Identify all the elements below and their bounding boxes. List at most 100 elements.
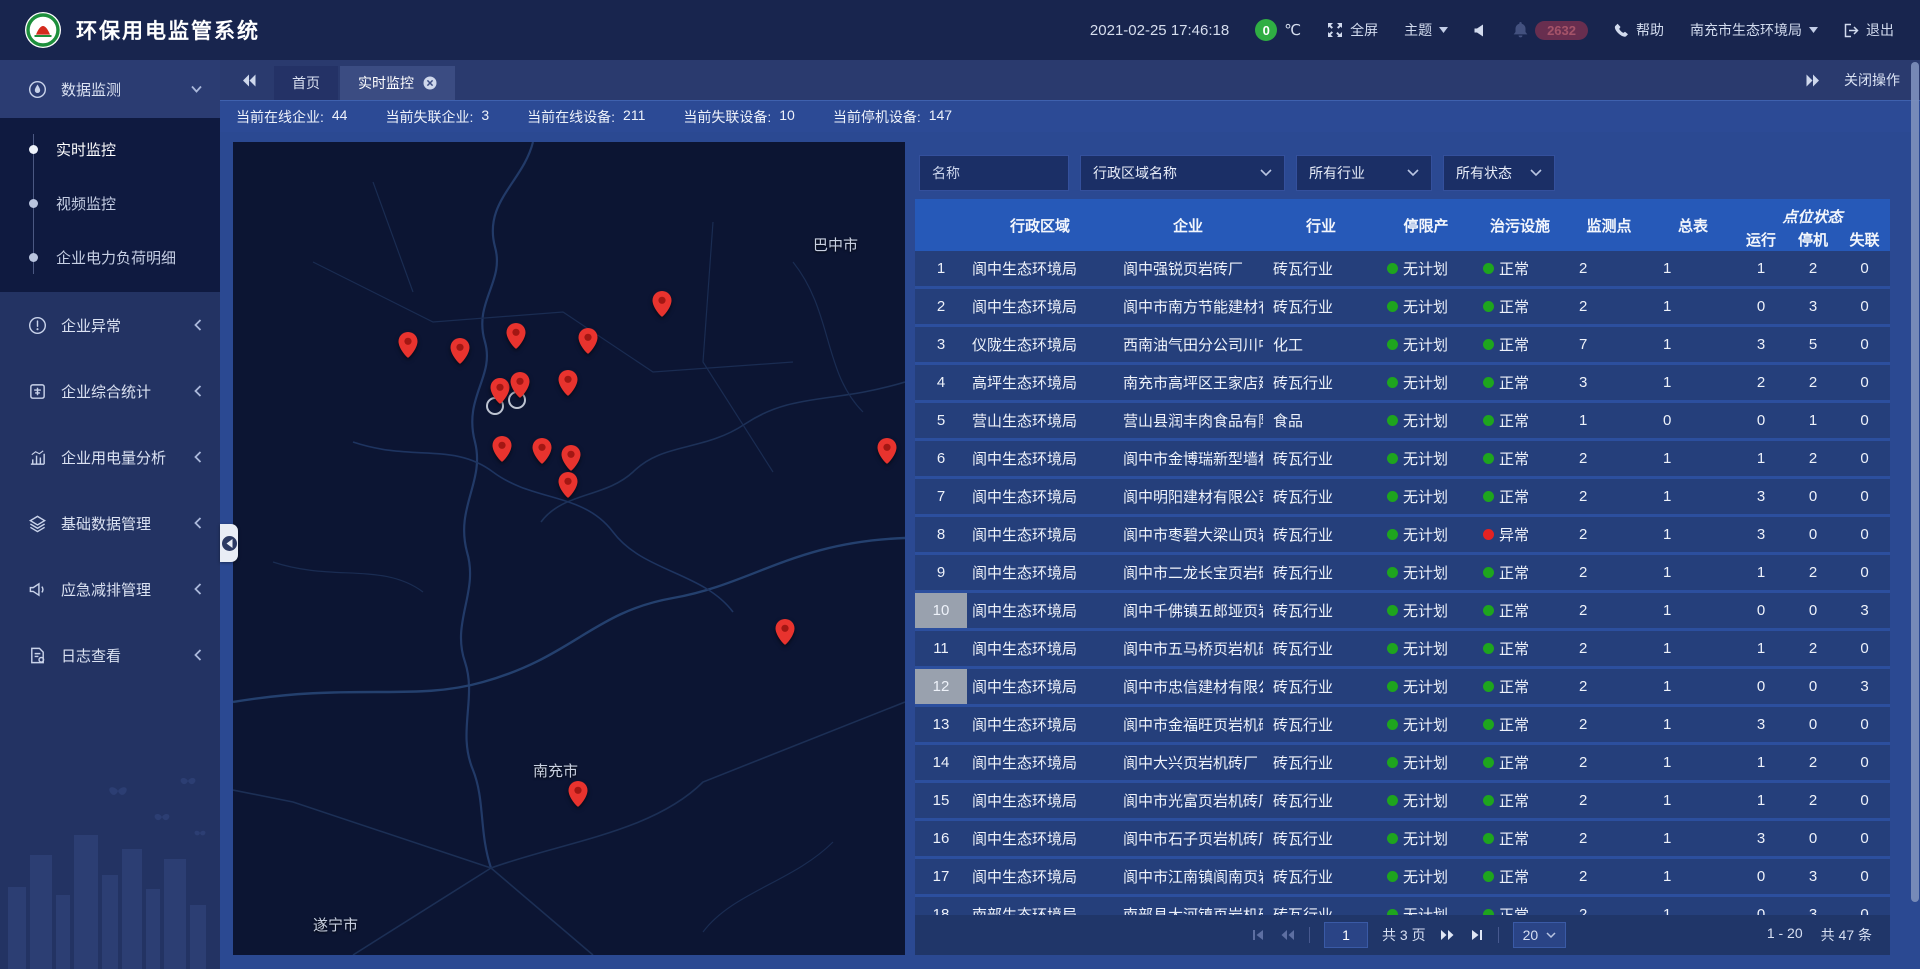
map-pin[interactable] [398,332,418,359]
sidebar-item-enterprise-abnormal[interactable]: 企业异常 [0,292,220,358]
limit-status-label: 无计划 [1403,866,1448,887]
stat-label: 当前在线设备: [527,107,615,127]
stat-value: 44 [332,107,348,127]
table-row[interactable]: 4高坪生态环境局南充市高坪区王家店建砖瓦行业无计划正常31220 [915,365,1890,403]
sidebar-item-power-usage-analysis[interactable]: 企业用电量分析 [0,424,220,490]
cell-meter: 1 [1651,859,1735,894]
cell-industry: 砖瓦行业 [1263,859,1379,894]
table-row[interactable]: 9阆中生态环境局阆中市二龙长宝页岩砖砖瓦行业无计划正常21120 [915,555,1890,593]
map-pin[interactable] [510,372,530,399]
table-row[interactable]: 6阆中生态环境局阆中市金博瑞新型墙材砖瓦行业无计划正常21120 [915,441,1890,479]
cell-stop: 0 [1787,479,1839,514]
cell-facility: 异常 [1473,517,1567,552]
table-row[interactable]: 1阆中生态环境局阆中强锐页岩砖厂砖瓦行业无计划正常21120 [915,251,1890,289]
sidebar-submenu: 实时监控视频监控企业电力负荷明细 [0,118,220,292]
name-filter-input[interactable] [919,155,1069,191]
table-row[interactable]: 15阆中生态环境局阆中市光富页岩机砖厂砖瓦行业无计划正常21120 [915,783,1890,821]
map-pin[interactable] [775,619,795,646]
cell-limit: 无计划 [1379,365,1473,400]
page-input[interactable] [1324,922,1368,948]
table-row[interactable]: 13阆中生态环境局阆中市金福旺页岩机砖砖瓦行业无计划正常21300 [915,707,1890,745]
map-pin[interactable] [450,338,470,365]
cell-meter: 1 [1651,745,1735,780]
table-row[interactable]: 18南部生态环境局南部县大河镇页岩机砖砖瓦行业无计划正常21030 [915,897,1890,915]
sidebar: 数据监测实时监控视频监控企业电力负荷明细企业异常企业综合统计企业用电量分析基础数… [0,60,220,969]
map-pin[interactable] [490,378,510,405]
cell-meter: 1 [1651,821,1735,856]
sidebar-item-emergency-reduction[interactable]: 应急减排管理 [0,556,220,622]
table-row[interactable]: 8阆中生态环境局阆中市枣碧大梁山页岩砖瓦行业无计划异常21300 [915,517,1890,555]
last-page-button[interactable] [1470,928,1484,942]
page-scrollbar[interactable] [1911,62,1919,902]
table-row[interactable]: 11阆中生态环境局阆中市五马桥页岩机砖砖瓦行业无计划正常21120 [915,631,1890,669]
map-collapse-handle[interactable] [220,524,238,562]
cell-stop: 2 [1787,251,1839,286]
cell-region: 仪陇生态环境局 [967,327,1113,362]
table-row[interactable]: 7阆中生态环境局阆中明阳建材有限公司砖瓦行业无计划正常21300 [915,479,1890,517]
map-pin[interactable] [492,436,512,463]
cell-monitor: 2 [1567,897,1651,915]
tab-home[interactable]: 首页 [274,66,338,100]
sidebar-item-base-data-management[interactable]: 基础数据管理 [0,490,220,556]
prev-page-button[interactable] [1279,928,1295,942]
table-row[interactable]: 16阆中生态环境局阆中市石子页岩机砖厂砖瓦行业无计划正常21300 [915,821,1890,859]
table-row[interactable]: 5营山生态环境局营山县润丰肉食品有限食品无计划正常10010 [915,403,1890,441]
table-row[interactable]: 14阆中生态环境局阆中大兴页岩机砖厂砖瓦行业无计划正常21120 [915,745,1890,783]
tab-close-icon[interactable] [423,76,437,90]
region-filter-select[interactable]: 行政区域名称 [1080,155,1285,191]
table-row[interactable]: 17阆中生态环境局阆中市江南镇阆南页岩砖瓦行业无计划正常21030 [915,859,1890,897]
sidebar-item-enterprise-statistics[interactable]: 企业综合统计 [0,358,220,424]
sidebar-item-data-monitor[interactable]: 数据监测 [0,60,220,118]
cell-region: 阆中生态环境局 [967,479,1113,514]
facility-status-dot [1483,453,1494,464]
tabs-scroll-left-icon[interactable] [240,74,256,87]
help-button[interactable]: 帮助 [1614,20,1664,40]
map-pin[interactable] [877,438,897,465]
sidebar-subitem-video-monitor[interactable]: 视频监控 [0,176,220,230]
temperature-unit: ℃ [1284,21,1301,39]
close-operations-button[interactable]: 关闭操作 [1844,70,1900,90]
map-pin[interactable] [568,781,588,808]
notifications-button[interactable]: 2632 [1513,21,1588,40]
cell-stop: 2 [1787,441,1839,476]
tabs-scroll-right-icon[interactable] [1806,74,1822,87]
cell-industry: 砖瓦行业 [1263,593,1379,628]
sidebar-subitem-realtime-monitor[interactable]: 实时监控 [0,122,220,176]
cell-monitor: 2 [1567,707,1651,742]
table-row[interactable]: 2阆中生态环境局阆中市南方节能建材有砖瓦行业无计划正常21030 [915,289,1890,327]
gauge-icon [28,80,47,99]
pagination-range: 1 - 20 共 47 条 [1767,925,1890,945]
map-pin[interactable] [578,328,598,355]
sidebar-item-log-view[interactable]: 日志查看 [0,622,220,688]
cell-run: 0 [1735,403,1787,438]
cell-facility: 正常 [1473,479,1567,514]
fullscreen-button[interactable]: 全屏 [1327,20,1378,40]
map-pin[interactable] [558,370,578,397]
mute-button[interactable] [1474,24,1487,37]
theme-dropdown[interactable]: 主题 [1404,20,1448,40]
cell-region: 阆中生态环境局 [967,783,1113,818]
map-panel[interactable]: 巴中市南充市遂宁市 [233,142,905,955]
map-pin[interactable] [558,472,578,499]
next-page-button[interactable] [1440,928,1456,942]
cell-run: 1 [1735,441,1787,476]
map-pin[interactable] [506,323,526,350]
map-pin[interactable] [532,438,552,465]
stat-value: 211 [623,107,645,127]
cell-lost: 0 [1839,441,1890,476]
cell-meter: 1 [1651,289,1735,324]
page-size-select[interactable]: 20 [1513,922,1567,948]
sidebar-subitem-power-load-detail[interactable]: 企业电力负荷明细 [0,230,220,284]
industry-filter-select[interactable]: 所有行业 [1296,155,1432,191]
tab-realtime-monitor[interactable]: 实时监控 [340,66,455,100]
logout-button[interactable]: 退出 [1844,20,1894,40]
table-row[interactable]: 10阆中生态环境局阆中千佛镇五郎垭页岩砖瓦行业无计划正常21003 [915,593,1890,631]
user-dropdown[interactable]: 南充市生态环境局 [1690,20,1818,40]
status-filter-select[interactable]: 所有状态 [1443,155,1555,191]
table-row[interactable]: 12阆中生态环境局阆中市忠信建材有限公砖瓦行业无计划正常21003 [915,669,1890,707]
table-row[interactable]: 3仪陇生态环境局西南油气田分公司川中化工无计划正常71350 [915,327,1890,365]
map-pin[interactable] [652,291,672,318]
first-page-button[interactable] [1251,928,1265,942]
map-pin[interactable] [561,445,581,472]
cell-enterprise: 阆中市南方节能建材有 [1113,289,1263,324]
